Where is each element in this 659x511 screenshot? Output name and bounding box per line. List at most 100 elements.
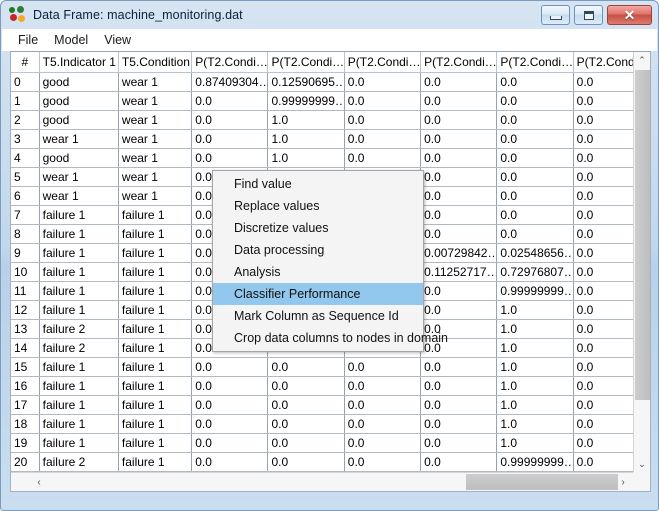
table-cell[interactable]: failure 2 [39, 319, 119, 339]
table-cell[interactable]: 0.0 [496, 224, 574, 244]
context-menu-item-replace-values[interactable]: Replace values [213, 195, 423, 217]
table-cell[interactable]: 0.0 [344, 357, 422, 377]
table-cell[interactable]: good [39, 148, 119, 168]
horizontal-scrollbar[interactable]: ‹ › [11, 472, 633, 491]
row-number-cell[interactable]: 6 [11, 186, 40, 206]
table-cell[interactable]: 0.0 [496, 167, 574, 187]
minimize-button[interactable] [541, 5, 570, 25]
table-cell[interactable]: 0.0 [573, 357, 633, 377]
row-number-cell[interactable]: 8 [11, 224, 40, 244]
table-cell[interactable]: 0.0 [573, 452, 633, 472]
table-cell[interactable]: wear 1 [118, 186, 193, 206]
table-cell[interactable]: 0.0 [573, 129, 633, 149]
table-cell[interactable]: 0.0 [344, 91, 422, 111]
scroll-left-icon[interactable]: ‹ [30, 473, 48, 491]
table-cell[interactable]: failure 1 [39, 281, 119, 301]
table-cell[interactable]: failure 1 [118, 224, 193, 244]
table-cell[interactable]: 0.0 [420, 167, 498, 187]
table-cell[interactable]: 0.0 [573, 167, 633, 187]
table-cell[interactable]: failure 2 [39, 338, 119, 358]
row-number-cell[interactable]: 20 [11, 452, 40, 472]
table-cell[interactable]: 0.0 [420, 414, 498, 434]
table-cell[interactable]: 0.0 [191, 452, 269, 472]
table-cell[interactable]: 1.0 [496, 319, 574, 339]
table-cell[interactable]: 0.0 [344, 110, 422, 130]
table-cell[interactable]: failure 1 [39, 414, 119, 434]
table-cell[interactable]: 0.0 [496, 91, 574, 111]
table-cell[interactable]: 0.0 [344, 376, 422, 396]
row-number-cell[interactable]: 7 [11, 205, 40, 225]
table-cell[interactable]: failure 1 [39, 357, 119, 377]
table-cell[interactable]: failure 1 [39, 262, 119, 282]
table-cell[interactable]: 0.0 [420, 224, 498, 244]
column-header-5[interactable]: P(T2.Condi… [344, 52, 422, 73]
table-cell[interactable]: 0.0 [496, 186, 574, 206]
table-row[interactable]: 2 good wear 1 0.0 1.0 0.0 0.0 0.0 0.0 [11, 110, 633, 130]
table-cell[interactable]: 0.87409304… [191, 72, 269, 92]
table-row[interactable]: 17 failure 1 failure 1 0.0 0.0 0.0 0.0 1.0 0.0 [11, 395, 633, 415]
table-cell[interactable]: 0.99999999… [496, 281, 574, 301]
table-cell[interactable]: 0.0 [573, 300, 633, 320]
table-cell[interactable]: 0.99999999… [496, 452, 574, 472]
table-cell[interactable]: 0.0 [573, 338, 633, 358]
table-cell[interactable]: 0.0 [573, 224, 633, 244]
table-cell[interactable]: 0.72976807… [496, 262, 574, 282]
table-cell[interactable]: 0.0 [191, 129, 269, 149]
table-cell[interactable]: failure 1 [118, 338, 193, 358]
table-cell[interactable]: wear 1 [39, 167, 119, 187]
table-cell[interactable]: 0.0 [344, 129, 422, 149]
table-cell[interactable]: wear 1 [118, 72, 193, 92]
table-cell[interactable]: failure 1 [39, 300, 119, 320]
table-cell[interactable]: 0.0 [573, 205, 633, 225]
table-cell[interactable]: wear 1 [118, 167, 193, 187]
table-cell[interactable]: 1.0 [496, 376, 574, 396]
table-row[interactable]: 0 good wear 1 0.87409304… 0.12590695… 0.0 0.0 0… [11, 72, 633, 92]
table-cell[interactable]: 0.0 [573, 110, 633, 130]
vertical-scroll-thumb[interactable] [635, 70, 650, 400]
horizontal-scroll-thumb[interactable] [466, 474, 618, 490]
table-cell[interactable]: 0.0 [420, 129, 498, 149]
row-number-cell[interactable]: 12 [11, 300, 40, 320]
row-number-cell[interactable]: 11 [11, 281, 40, 301]
table-cell[interactable]: 0.0 [420, 205, 498, 225]
table-cell[interactable]: 0.0 [267, 395, 345, 415]
table-cell[interactable]: 0.0 [496, 129, 574, 149]
table-row[interactable]: 18 failure 1 failure 1 0.0 0.0 0.0 0.0 1.0 0.0 [11, 414, 633, 434]
row-number-cell[interactable]: 0 [11, 72, 40, 92]
table-cell[interactable]: 0.0 [344, 433, 422, 453]
table-cell[interactable]: 1.0 [267, 110, 345, 130]
table-cell[interactable]: 1.0 [496, 433, 574, 453]
row-number-cell[interactable]: 17 [11, 395, 40, 415]
table-cell[interactable]: failure 1 [118, 300, 193, 320]
table-cell[interactable]: 0.0 [573, 186, 633, 206]
table-cell[interactable]: 0.0 [420, 452, 498, 472]
table-row[interactable]: 19 failure 1 failure 1 0.0 0.0 0.0 0.0 1.0 0.0 [11, 433, 633, 453]
table-cell[interactable]: failure 1 [39, 243, 119, 263]
table-cell[interactable]: 0.99999999… [267, 91, 345, 111]
resize-grip[interactable] [643, 496, 655, 508]
row-number-cell[interactable]: 10 [11, 262, 40, 282]
table-cell[interactable]: 0.0 [344, 452, 422, 472]
table-cell[interactable]: failure 1 [39, 205, 119, 225]
row-number-cell[interactable]: 19 [11, 433, 40, 453]
column-header-7[interactable]: P(T2.Condi… [496, 52, 574, 73]
table-cell[interactable]: wear 1 [118, 110, 193, 130]
table-cell[interactable]: 0.0 [267, 357, 345, 377]
table-cell[interactable]: failure 1 [118, 357, 193, 377]
table-cell[interactable]: 0.0 [344, 72, 422, 92]
table-cell[interactable]: 0.0 [573, 281, 633, 301]
table-row[interactable]: 4 good wear 1 0.0 1.0 0.0 0.0 0.0 0.0 [11, 148, 633, 168]
table-cell[interactable]: failure 2 [39, 452, 119, 472]
table-cell[interactable]: failure 1 [39, 224, 119, 244]
table-cell[interactable]: 0.0 [191, 148, 269, 168]
table-cell[interactable]: failure 1 [118, 433, 193, 453]
title-bar[interactable]: Data Frame: machine_monitoring.dat ✕ [1, 1, 658, 29]
table-cell[interactable]: 0.0 [496, 148, 574, 168]
scroll-right-icon[interactable]: › [614, 473, 632, 491]
table-cell[interactable]: 0.0 [267, 376, 345, 396]
table-cell[interactable]: wear 1 [118, 91, 193, 111]
table-cell[interactable]: 0.0 [496, 205, 574, 225]
table-cell[interactable]: 0.0 [267, 433, 345, 453]
table-cell[interactable]: failure 1 [118, 205, 193, 225]
context-menu-item-crop-data-columns-to-nodes-in-domain[interactable]: Crop data columns to nodes in domain [213, 327, 448, 349]
